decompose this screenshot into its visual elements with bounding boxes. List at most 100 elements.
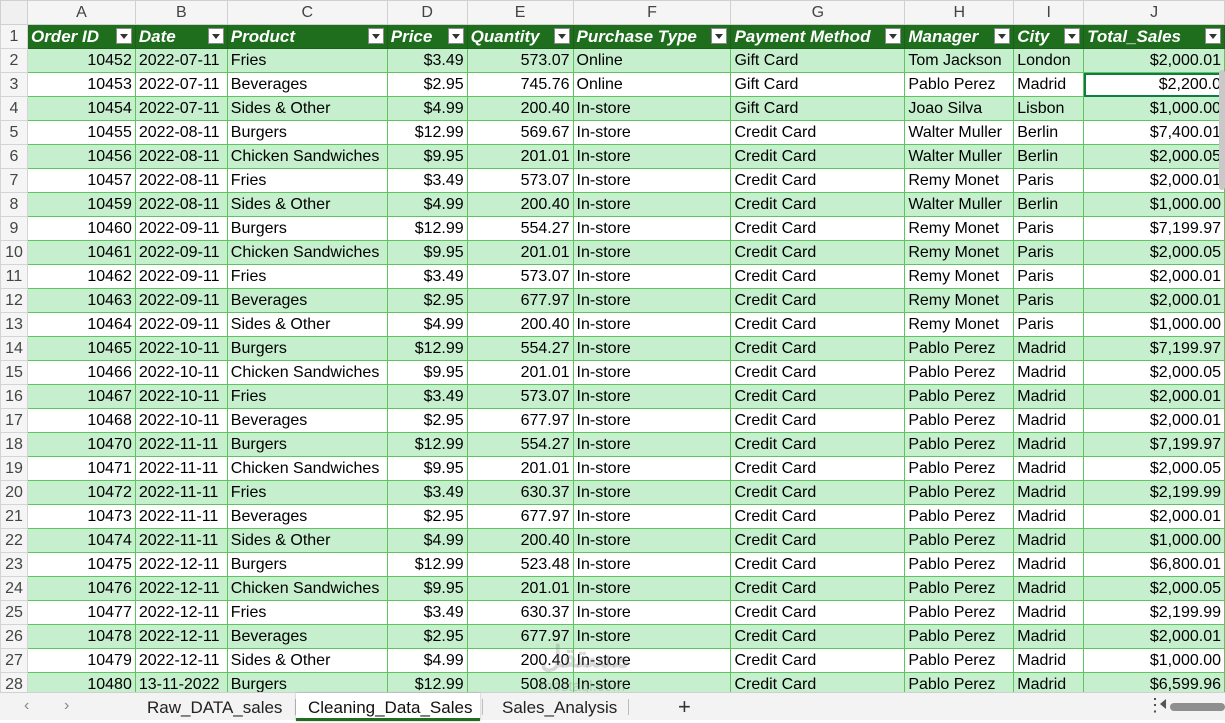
cell-date[interactable]: 2022-11-11 — [134, 456, 228, 481]
cell-payment-method[interactable]: Credit Card — [730, 384, 906, 409]
cell-purchase-type[interactable]: In-store — [572, 240, 732, 265]
cell-total-sales[interactable]: $2,000.01 — [1083, 168, 1225, 193]
cell-product[interactable]: Fries — [226, 264, 388, 289]
cell-total-sales[interactable]: $6,599.96 — [1083, 672, 1225, 692]
cell-date[interactable]: 2022-08-11 — [134, 192, 228, 217]
spreadsheet-grid[interactable]: ABCDEFGHIJ 1 Order ID Date Product Price Quan… — [0, 0, 1225, 692]
cell-quantity[interactable]: 201.01 — [466, 576, 574, 601]
cell-purchase-type[interactable]: In-store — [572, 672, 732, 692]
cell-quantity[interactable]: 745.76 — [466, 72, 574, 97]
cell-date[interactable]: 2022-09-11 — [134, 312, 228, 337]
cell-product[interactable]: Chicken Sandwiches — [226, 360, 388, 385]
cell-payment-method[interactable]: Gift Card — [730, 96, 906, 121]
cell-city[interactable]: Paris — [1013, 240, 1085, 265]
filter-dropdown-icon[interactable] — [994, 28, 1011, 44]
row-number[interactable]: 11 — [0, 264, 28, 289]
cell-manager[interactable]: Joao Silva — [904, 96, 1015, 121]
cell-product[interactable]: Burgers — [226, 432, 388, 457]
cell-total-sales[interactable]: $7,400.01 — [1083, 120, 1225, 145]
cell-order-id[interactable]: 10468 — [26, 408, 136, 433]
cell-total-sales[interactable]: $2,199.99 — [1083, 480, 1225, 505]
cell-payment-method[interactable]: Credit Card — [730, 480, 906, 505]
header-price[interactable]: Price — [386, 24, 468, 49]
cell-city[interactable]: Madrid — [1013, 552, 1085, 577]
cell-price[interactable]: $4.99 — [386, 96, 468, 121]
column-letter-e[interactable]: E — [466, 0, 574, 25]
cell-payment-method[interactable]: Credit Card — [730, 528, 906, 553]
cell-total-sales[interactable]: $2,000.05 — [1083, 144, 1225, 169]
cell-price[interactable]: $9.95 — [386, 240, 468, 265]
cell-purchase-type[interactable]: In-store — [572, 96, 732, 121]
cell-product[interactable]: Beverages — [226, 624, 388, 649]
cell-purchase-type[interactable]: In-store — [572, 120, 732, 145]
cell-date[interactable]: 2022-09-11 — [134, 264, 228, 289]
cell-price[interactable]: $4.99 — [386, 192, 468, 217]
cell-total-sales[interactable]: $2,000.05 — [1083, 456, 1225, 481]
cell-purchase-type[interactable]: In-store — [572, 384, 732, 409]
row-number[interactable]: 2 — [0, 48, 28, 73]
cell-city[interactable]: Paris — [1013, 216, 1085, 241]
row-number[interactable]: 22 — [0, 528, 28, 553]
row-number[interactable]: 27 — [0, 648, 28, 673]
cell-product[interactable]: Burgers — [226, 216, 388, 241]
cell-manager[interactable]: Pablo Perez — [904, 480, 1015, 505]
cell-price[interactable]: $12.99 — [386, 672, 468, 692]
cell-product[interactable]: Burgers — [226, 120, 388, 145]
cell-purchase-type[interactable]: In-store — [572, 432, 732, 457]
cell-product[interactable]: Fries — [226, 168, 388, 193]
cell-quantity[interactable]: 630.37 — [466, 480, 574, 505]
cell-order-id[interactable]: 10460 — [26, 216, 136, 241]
cell-purchase-type[interactable]: In-store — [572, 144, 732, 169]
cell-date[interactable]: 2022-11-11 — [134, 528, 228, 553]
cell-purchase-type[interactable]: In-store — [572, 552, 732, 577]
cell-city[interactable]: Paris — [1013, 168, 1085, 193]
cell-total-sales[interactable]: $2,000.01 — [1083, 264, 1225, 289]
filter-dropdown-icon[interactable] — [711, 28, 728, 44]
cell-quantity[interactable]: 200.40 — [466, 96, 574, 121]
cell-order-id[interactable]: 10457 — [26, 168, 136, 193]
cell-payment-method[interactable]: Credit Card — [730, 552, 906, 577]
cell-city[interactable]: Paris — [1013, 264, 1085, 289]
cell-city[interactable]: Berlin — [1013, 120, 1085, 145]
cell-price[interactable]: $4.99 — [386, 312, 468, 337]
cell-purchase-type[interactable]: In-store — [572, 192, 732, 217]
tab-cleaning-data-sales[interactable]: Cleaning_Data_Sales — [296, 693, 480, 721]
cell-order-id[interactable]: 10470 — [26, 432, 136, 457]
cell-product[interactable]: Sides & Other — [226, 192, 388, 217]
cell-quantity[interactable]: 200.40 — [466, 648, 574, 673]
tab-sales-analysis[interactable]: Sales_Analysis — [490, 693, 629, 721]
cell-order-id[interactable]: 10478 — [26, 624, 136, 649]
cell-price[interactable]: $2.95 — [386, 504, 468, 529]
cell-total-sales[interactable]: $2,000.05 — [1083, 360, 1225, 385]
column-letter-b[interactable]: B — [134, 0, 228, 25]
row-number[interactable]: 13 — [0, 312, 28, 337]
cell-order-id[interactable]: 10467 — [26, 384, 136, 409]
cell-purchase-type[interactable]: In-store — [572, 360, 732, 385]
cell-city[interactable]: Madrid — [1013, 624, 1085, 649]
row-number[interactable]: 3 — [0, 72, 28, 97]
header-payment-method[interactable]: Payment Method — [730, 24, 906, 49]
cell-manager[interactable]: Pablo Perez — [904, 336, 1015, 361]
cell-date[interactable]: 2022-12-11 — [134, 624, 228, 649]
cell-city[interactable]: Madrid — [1013, 336, 1085, 361]
cell-date[interactable]: 2022-08-11 — [134, 144, 228, 169]
cell-city[interactable]: Madrid — [1013, 480, 1085, 505]
cell-total-sales[interactable]: $2,000.01 — [1083, 384, 1225, 409]
row-number[interactable]: 10 — [0, 240, 28, 265]
cell-manager[interactable]: Pablo Perez — [904, 648, 1015, 673]
cell-total-sales[interactable]: $1,000.00 — [1083, 648, 1225, 673]
cell-payment-method[interactable]: Gift Card — [730, 72, 906, 97]
cell-price[interactable]: $9.95 — [386, 576, 468, 601]
cell-quantity[interactable]: 201.01 — [466, 456, 574, 481]
chevron-left-icon[interactable]: ‹ — [24, 697, 29, 715]
cell-product[interactable]: Fries — [226, 384, 388, 409]
cell-purchase-type[interactable]: In-store — [572, 168, 732, 193]
column-letter-i[interactable]: I — [1013, 0, 1085, 25]
cell-manager[interactable]: Pablo Perez — [904, 384, 1015, 409]
cell-product[interactable]: Sides & Other — [226, 528, 388, 553]
cell-price[interactable]: $3.49 — [386, 600, 468, 625]
row-number[interactable]: 14 — [0, 336, 28, 361]
cell-order-id[interactable]: 10454 — [26, 96, 136, 121]
row-number[interactable]: 6 — [0, 144, 28, 169]
cell-manager[interactable]: Remy Monet — [904, 216, 1015, 241]
